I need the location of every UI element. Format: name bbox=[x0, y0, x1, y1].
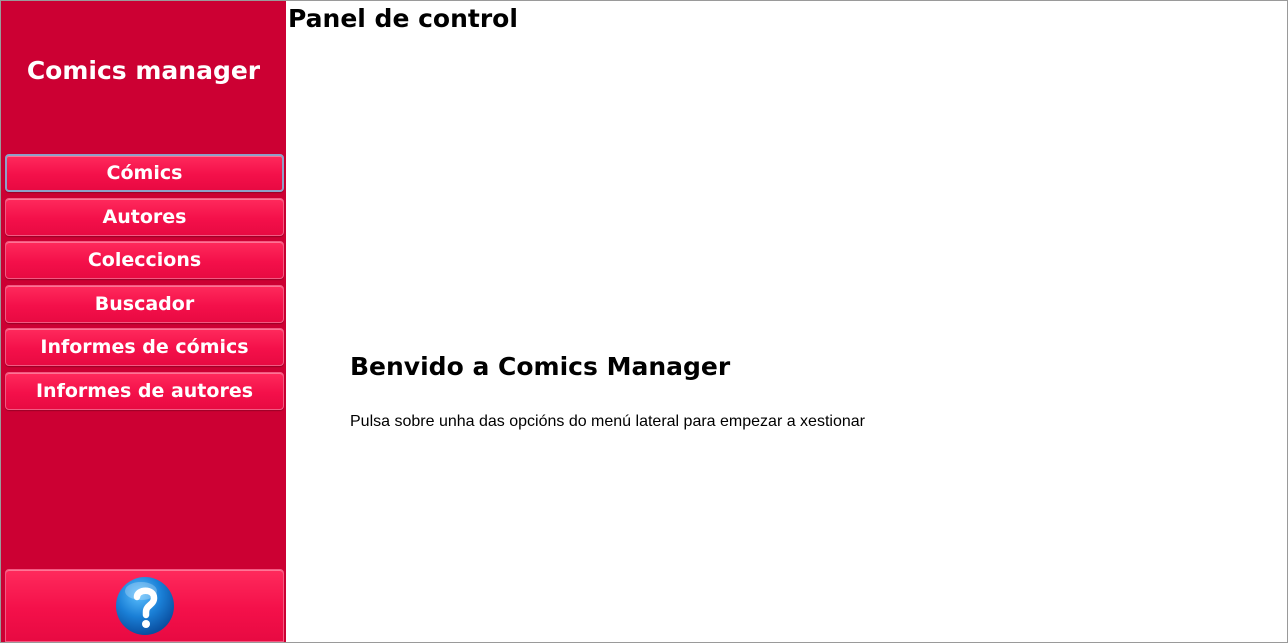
welcome-heading: Benvido a Comics Manager bbox=[350, 352, 731, 381]
sidebar-nav: Cómics Autores Coleccions Buscador Infor… bbox=[5, 154, 284, 416]
sidebar-item-informes-autores[interactable]: Informes de autores bbox=[5, 371, 284, 410]
sidebar-item-comics[interactable]: Cómics bbox=[5, 154, 284, 192]
help-button[interactable] bbox=[5, 569, 284, 642]
app-window: Comics manager Cómics Autores Coleccions… bbox=[0, 0, 1288, 643]
sidebar-item-buscador[interactable]: Buscador bbox=[5, 284, 284, 323]
welcome-text: Pulsa sobre unha das opcións do menú lat… bbox=[350, 413, 865, 430]
page-title: Panel de control bbox=[288, 4, 518, 33]
sidebar: Comics manager Cómics Autores Coleccions… bbox=[1, 1, 286, 642]
sidebar-item-informes-comics[interactable]: Informes de cómics bbox=[5, 328, 284, 367]
sidebar-item-autores[interactable]: Autores bbox=[5, 197, 284, 236]
sidebar-item-coleccions[interactable]: Coleccions bbox=[5, 241, 284, 280]
help-question-icon bbox=[116, 577, 174, 635]
app-title: Comics manager bbox=[26, 56, 261, 85]
